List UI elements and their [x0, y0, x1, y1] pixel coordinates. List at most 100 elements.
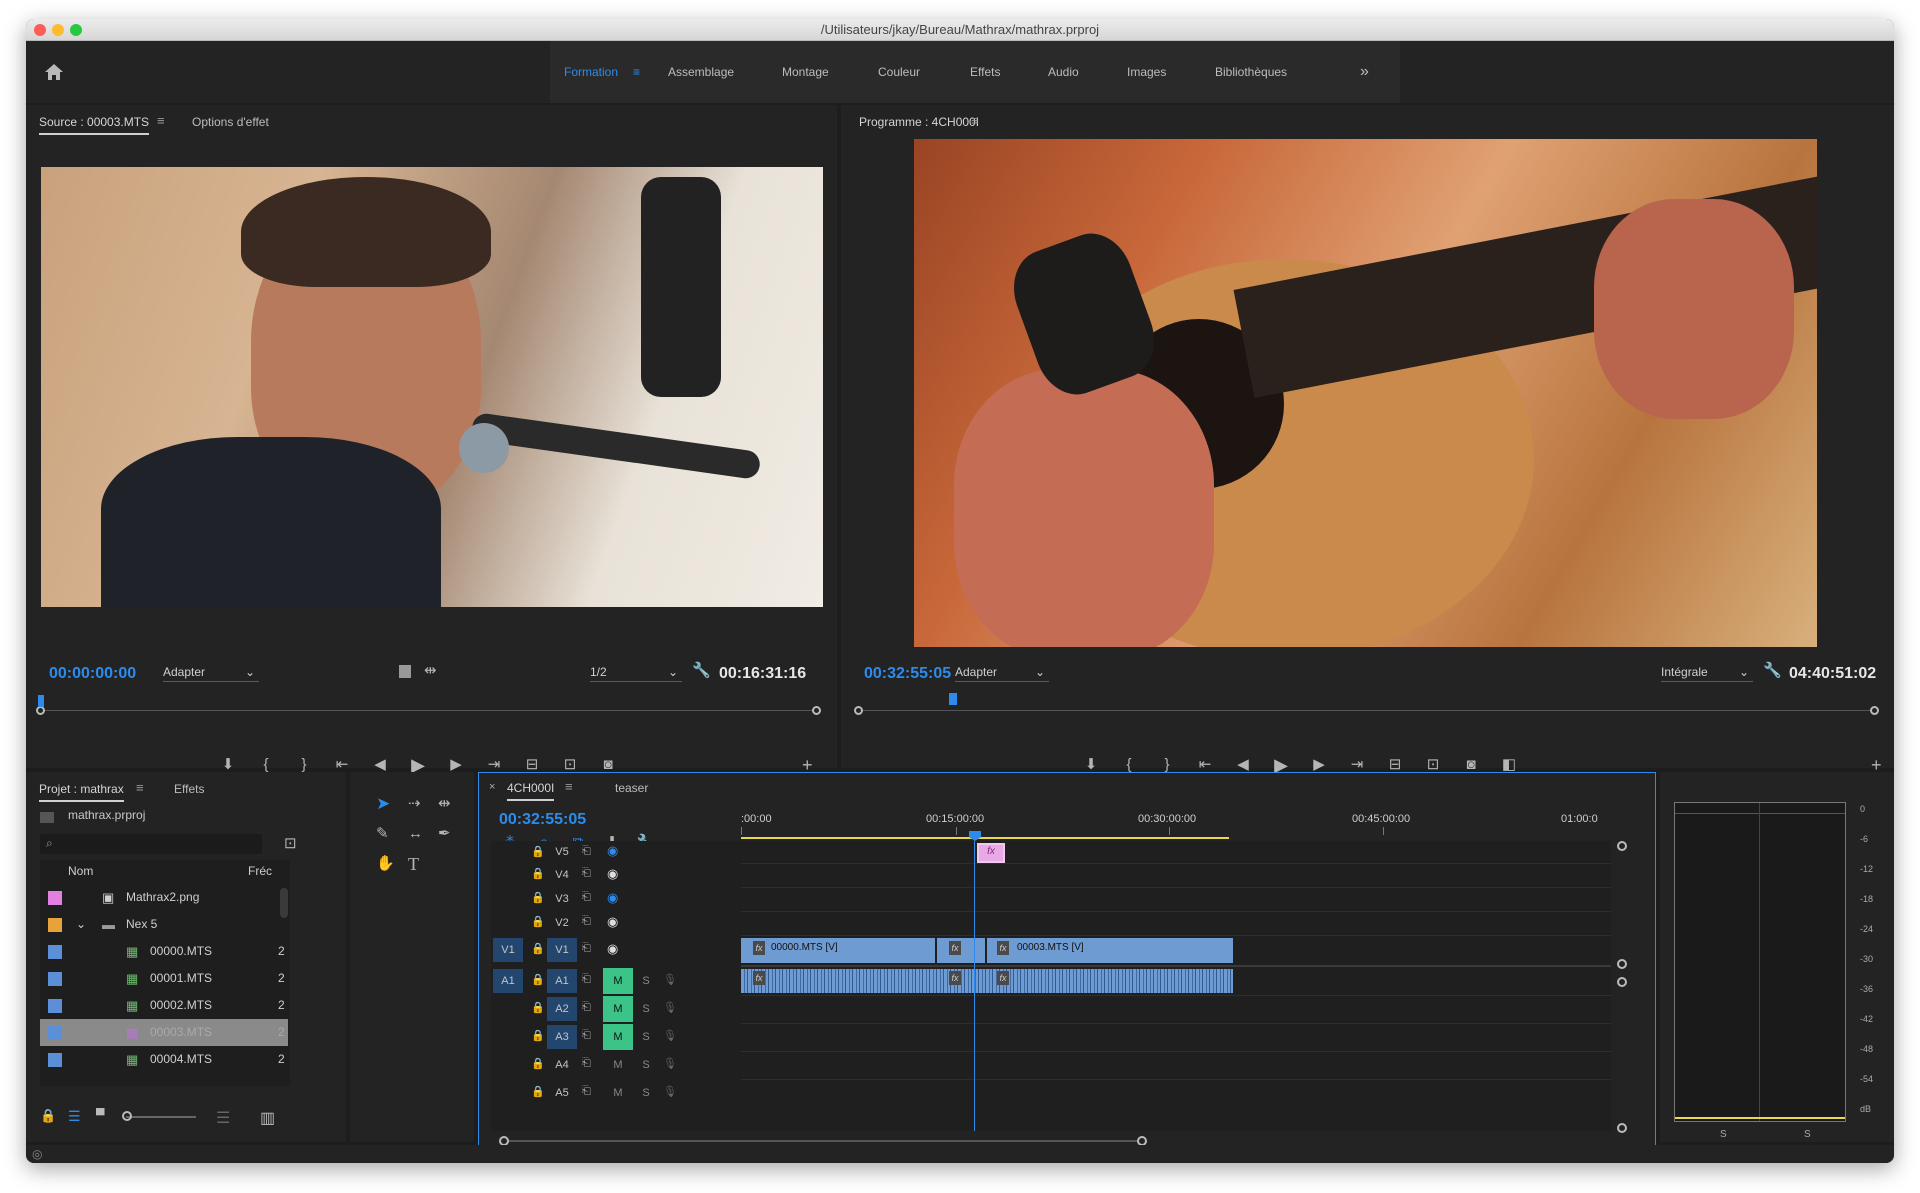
timeline-playhead-handle[interactable]	[969, 831, 981, 841]
project-menu-icon[interactable]: ≡	[136, 780, 144, 795]
track-label[interactable]: V3	[547, 887, 577, 911]
program-tab[interactable]: Programme : 4CH000I	[859, 113, 979, 131]
solo-button[interactable]: S	[631, 1024, 661, 1050]
lock-icon[interactable]: 🔒	[40, 1108, 56, 1124]
program-zoom-handle-left[interactable]	[854, 706, 863, 715]
workspace-montage[interactable]: Montage	[782, 41, 829, 103]
sync-lock-icon[interactable]: ⎗	[582, 1029, 591, 1042]
lock-icon[interactable]: 🔒	[531, 867, 545, 880]
program-zoom-handle-right[interactable]	[1870, 706, 1879, 715]
close-window-button[interactable]	[34, 24, 46, 36]
automate-to-sequence-icon[interactable]: ▥	[260, 1108, 275, 1128]
program-scrub-bar[interactable]	[861, 710, 1871, 711]
graphic-clip-v5[interactable]: fx	[977, 843, 1005, 863]
label-color-swatch[interactable]	[48, 891, 62, 905]
track-label[interactable]: V1	[547, 938, 577, 962]
status-icon[interactable]: ◎	[32, 1147, 42, 1161]
solo-button[interactable]: S	[631, 1052, 661, 1078]
workspace-formation[interactable]: Formation	[564, 41, 618, 103]
eye-icon[interactable]: ◉	[607, 914, 618, 930]
audio-clip-waveform[interactable]	[741, 969, 1233, 993]
mute-button[interactable]: M	[603, 1052, 633, 1078]
sequence-tab[interactable]: 4CH000I	[507, 779, 555, 801]
mute-button[interactable]: M	[603, 996, 633, 1022]
sync-lock-icon[interactable]: ⎗	[582, 915, 591, 928]
label-color-swatch[interactable]	[48, 999, 62, 1013]
drag-video-icon[interactable]: ⇹	[424, 661, 437, 681]
microphone-icon[interactable]: 🎙	[663, 973, 677, 986]
source-resolution-dropdown[interactable]: 1/2 ⌄	[590, 662, 682, 682]
source-zoom-handle-left[interactable]	[36, 706, 45, 715]
hand-tool-icon[interactable]: ✋	[376, 854, 395, 874]
microphone-icon[interactable]: 🎙	[663, 1085, 677, 1098]
selection-tool-icon[interactable]: ➤	[376, 794, 390, 814]
meter-solo-left[interactable]: S	[1720, 1129, 1727, 1140]
list-view-icon[interactable]: ☰	[68, 1108, 81, 1125]
export-frame-icon[interactable]	[399, 665, 411, 678]
label-color-swatch[interactable]	[48, 945, 62, 959]
sort-icon[interactable]: ☰	[216, 1108, 230, 1128]
track-label[interactable]: A5	[547, 1081, 577, 1105]
mute-button[interactable]: M	[603, 1080, 633, 1106]
wrench-icon[interactable]: 🔧	[692, 661, 711, 681]
label-color-swatch[interactable]	[48, 972, 62, 986]
project-tab[interactable]: Projet : mathrax	[39, 780, 124, 802]
lock-icon[interactable]: 🔒	[531, 973, 545, 986]
eye-icon[interactable]: ◉	[607, 941, 618, 957]
list-item[interactable]: ⌄ ▬ Nex 5	[40, 911, 288, 938]
zoom-slider-handle[interactable]	[122, 1111, 132, 1121]
lock-icon[interactable]: 🔒	[531, 1057, 545, 1070]
lock-icon[interactable]: 🔒	[531, 1029, 545, 1042]
icon-view-icon[interactable]: ▀	[96, 1108, 105, 1122]
program-playhead[interactable]	[949, 693, 957, 705]
fx-badge[interactable]: fx	[753, 941, 765, 955]
microphone-icon[interactable]: 🎙	[663, 1001, 677, 1014]
home-icon[interactable]	[44, 63, 64, 86]
sync-lock-icon[interactable]: ⎗	[582, 845, 591, 858]
source-patch-v1[interactable]: V1	[493, 938, 523, 962]
close-icon[interactable]: ×	[489, 781, 495, 793]
type-tool-icon[interactable]: T	[408, 854, 419, 874]
lock-icon[interactable]: 🔒	[531, 942, 545, 955]
lock-icon[interactable]: 🔒	[531, 915, 545, 928]
time-ruler[interactable]: :00:00 00:15:00:00 00:30:00:00 00:45:00:…	[741, 807, 1621, 839]
program-resolution-dropdown[interactable]: Intégrale ⌄	[1661, 662, 1753, 682]
workspace-assemblage[interactable]: Assemblage	[668, 41, 734, 103]
sync-lock-icon[interactable]: ⎗	[582, 867, 591, 880]
track-label[interactable]: A2	[547, 997, 577, 1021]
list-item[interactable]: ▦ 00002.MTS 2	[40, 992, 288, 1019]
video-clip[interactable]: 00000.MTS [V]	[741, 938, 935, 963]
source-fit-dropdown[interactable]: Adapter ⌄	[163, 662, 259, 682]
sync-lock-icon[interactable]: ⎗	[582, 1085, 591, 1098]
fx-badge[interactable]: fx	[949, 941, 961, 955]
video-clip[interactable]: 00003.MTS [V]	[987, 938, 1233, 963]
lock-icon[interactable]: 🔒	[531, 891, 545, 904]
chevron-down-icon[interactable]: ⌄	[76, 911, 86, 938]
source-playhead[interactable]	[38, 695, 44, 707]
track-label[interactable]: A4	[547, 1053, 577, 1077]
solo-button[interactable]: S	[631, 968, 661, 994]
list-item-selected[interactable]: ▦ 00003.MTS 2	[40, 1019, 288, 1046]
workspace-couleur[interactable]: Couleur	[878, 41, 920, 103]
microphone-icon[interactable]: 🎙	[663, 1057, 677, 1070]
effects-tab[interactable]: Effets	[174, 780, 204, 798]
source-tab[interactable]: Source : 00003.MTS	[39, 113, 150, 135]
fx-badge[interactable]: fx	[997, 941, 1009, 955]
workspace-effets[interactable]: Effets	[970, 41, 1000, 103]
work-area-bar[interactable]	[741, 837, 1229, 839]
lock-icon[interactable]: 🔒	[531, 1085, 545, 1098]
list-item[interactable]: ▣ Mathrax2.png	[40, 884, 288, 911]
sync-lock-icon[interactable]: ⎗	[582, 1057, 591, 1070]
lock-icon[interactable]: 🔒	[531, 1001, 545, 1014]
program-fit-dropdown[interactable]: Adapter ⌄	[955, 662, 1049, 682]
track-label[interactable]: A3	[547, 1025, 577, 1049]
eye-icon[interactable]: ◉	[607, 890, 618, 906]
fx-badge[interactable]: fx	[997, 971, 1009, 985]
track-select-tool-icon[interactable]: ⇢	[408, 794, 421, 814]
source-scrub-bar[interactable]	[44, 710, 814, 711]
sync-lock-icon[interactable]: ⎗	[582, 891, 591, 904]
teaser-tab[interactable]: teaser	[615, 779, 648, 797]
wrench-icon[interactable]: 🔧	[1763, 661, 1782, 681]
new-search-bin-icon[interactable]: ⊡	[284, 834, 297, 854]
solo-button[interactable]: S	[631, 1080, 661, 1106]
